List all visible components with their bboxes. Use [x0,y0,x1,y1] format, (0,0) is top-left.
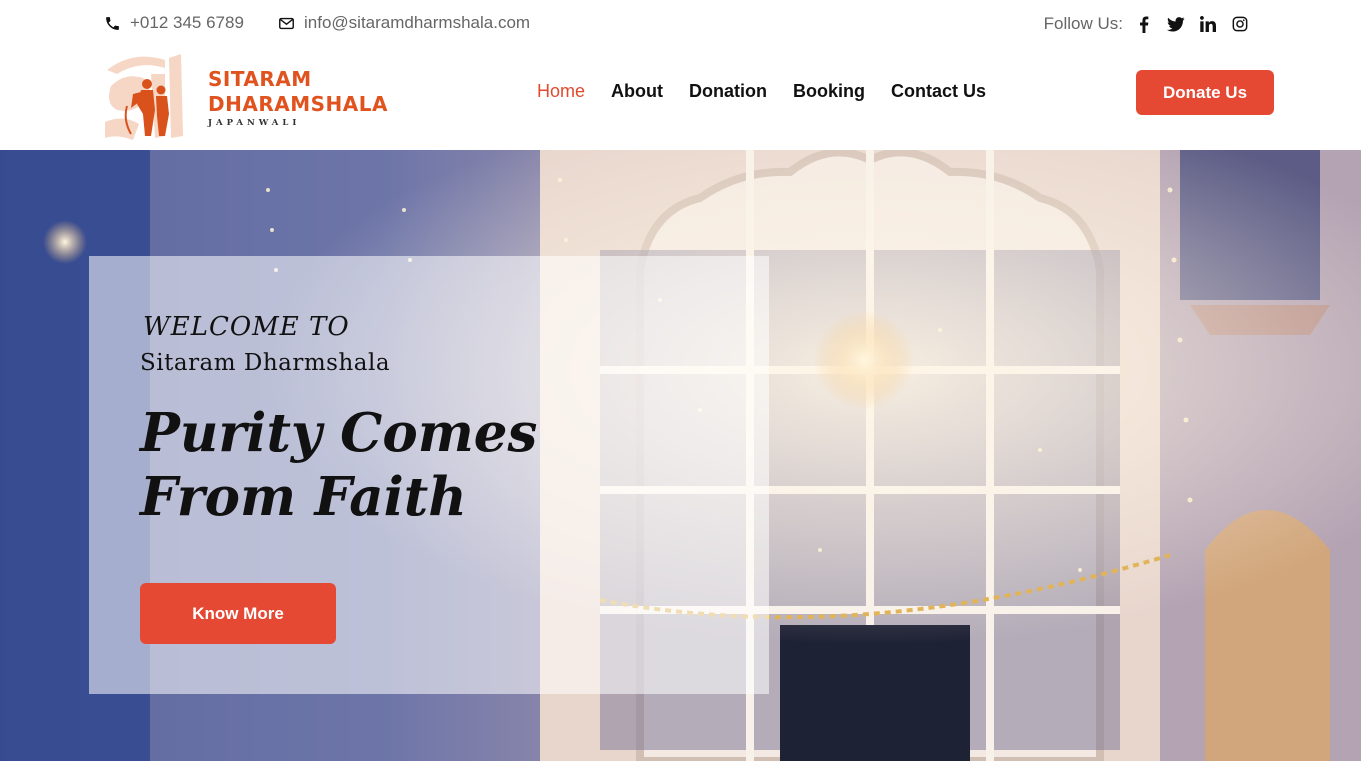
hero-headline: Purity Comes From Faith [140,401,700,529]
headline-line-1: Purity Comes [140,402,538,464]
top-info-bar: +012 345 6789 info@sitaramdharmshala.com… [0,0,1361,48]
email-contact[interactable]: info@sitaramdharmshala.com [278,13,530,33]
envelope-icon [279,17,294,29]
phone-contact[interactable]: +012 345 6789 [104,13,244,33]
email-address: info@sitaramdharmshala.com [304,13,531,32]
deity-emblem-icon [105,54,183,140]
brand-line-3: JAPANWALI [208,118,301,128]
twitter-icon[interactable] [1165,13,1187,35]
nav-item-booking[interactable]: Booking [793,81,865,102]
phone-number: +012 345 6789 [130,13,244,32]
brand-line-1: SITARAM [208,67,312,91]
social-links: Follow Us: [1044,13,1251,35]
welcome-text: WELCOME TO [143,312,350,342]
nav-item-home[interactable]: Home [537,81,585,102]
nav-item-donation[interactable]: Donation [689,81,767,102]
phone-icon [106,16,119,30]
nav-item-contact-us[interactable]: Contact Us [891,81,986,102]
hero-banner: WELCOME TO Sitaram Dharmshala Purity Com… [0,150,1361,761]
main-header: SITARAM DHARAMSHALA JAPANWALI Home About… [0,48,1361,150]
nav-item-about[interactable]: About [611,81,663,102]
brand-line-2: DHARAMSHALA [208,92,388,116]
facebook-icon[interactable] [1133,13,1155,35]
instagram-icon[interactable] [1229,13,1251,35]
brand-wordmark: SITARAM DHARAMSHALA JAPANWALI [208,67,388,128]
hero-subtitle: Sitaram Dharmshala [140,350,391,376]
linkedin-icon[interactable] [1197,13,1219,35]
follow-label: Follow Us: [1043,14,1123,33]
headline-line-2: From Faith [140,466,467,528]
main-nav: Home About Donation Booking Contact Us [537,81,1012,102]
site-logo[interactable]: SITARAM DHARAMSHALA JAPANWALI [103,44,387,144]
donate-button[interactable]: Donate Us [1136,70,1274,115]
know-more-button[interactable]: Know More [140,583,336,644]
hero-overlay-card: WELCOME TO Sitaram Dharmshala Purity Com… [89,256,769,694]
